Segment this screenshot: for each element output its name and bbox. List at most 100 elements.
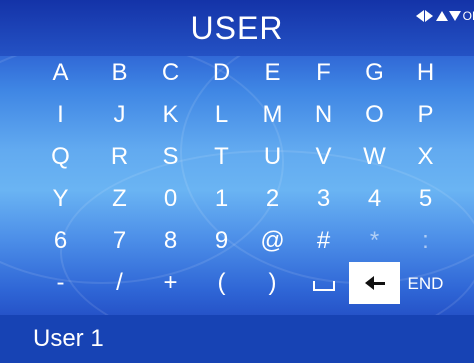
key-sym-4-6[interactable]: * — [349, 220, 400, 262]
key-label: X — [417, 143, 434, 170]
key-label: Y — [52, 185, 69, 212]
keyboard-row: 6 7 8 9 @ # *: — [0, 220, 474, 262]
navigation-hint: OK — [415, 6, 474, 26]
keyboard-row: Y Z 0 1 2 3 4 5 — [0, 178, 474, 220]
key-c[interactable]: C — [145, 52, 196, 94]
key-label: N — [314, 101, 333, 128]
key-f[interactable]: F — [298, 52, 349, 94]
key-label: 4 — [367, 185, 382, 212]
key-w[interactable]: W — [349, 136, 400, 178]
key-backspace[interactable] — [349, 262, 400, 304]
key-sym-4-4[interactable]: @ — [247, 220, 298, 262]
key-o[interactable]: O — [349, 94, 400, 136]
key-label: K — [162, 101, 179, 128]
key-0[interactable]: 0 — [145, 178, 196, 220]
key-label: 5 — [418, 185, 433, 212]
key-7[interactable]: 7 — [94, 220, 145, 262]
key-sym-5-4[interactable]: ) — [247, 262, 298, 304]
key-p[interactable]: P — [400, 94, 451, 136]
key-l[interactable]: L — [196, 94, 247, 136]
key-label: ( — [217, 269, 226, 296]
key-h[interactable]: H — [400, 52, 451, 94]
screen-title: USER — [190, 10, 284, 46]
key-1[interactable]: 1 — [196, 178, 247, 220]
key-sym-5-3[interactable]: ( — [196, 262, 247, 304]
key-5[interactable]: 5 — [400, 178, 451, 220]
key-label: 2 — [265, 185, 280, 212]
key-k[interactable]: K — [145, 94, 196, 136]
key-label: ) — [268, 269, 277, 296]
key-space[interactable] — [298, 262, 349, 304]
key-i[interactable]: I — [35, 94, 86, 136]
key-label: * — [369, 227, 380, 254]
key-v[interactable]: V — [298, 136, 349, 178]
key-3[interactable]: 3 — [298, 178, 349, 220]
input-field[interactable]: User 1 — [0, 315, 474, 363]
key-label: 7 — [112, 227, 127, 254]
key-label: Z — [112, 185, 127, 212]
key-2[interactable]: 2 — [247, 178, 298, 220]
backspace-arrow-icon — [364, 276, 385, 290]
key-sym-5-1[interactable]: / — [94, 262, 145, 304]
down-arrow-icon — [448, 11, 461, 21]
key-label: U — [263, 143, 282, 170]
key-label: @ — [260, 227, 285, 254]
key-label: R — [110, 143, 129, 170]
key-label: I — [57, 101, 64, 128]
keyboard-row: A B C D E F G H — [0, 52, 474, 94]
key-u[interactable]: U — [247, 136, 298, 178]
key-label: : — [422, 227, 429, 254]
title-bar: USER OK — [0, 0, 474, 56]
key-m[interactable]: M — [247, 94, 298, 136]
key-label: V — [315, 143, 332, 170]
key-g[interactable]: G — [349, 52, 400, 94]
key-label: 0 — [163, 185, 178, 212]
input-value: User 1 — [33, 325, 104, 352]
key-end[interactable]: END — [400, 262, 451, 304]
key-8[interactable]: 8 — [145, 220, 196, 262]
key-e[interactable]: E — [247, 52, 298, 94]
key-label: L — [214, 101, 229, 128]
key-label: 6 — [53, 227, 68, 254]
keyboard-row: Q R S T U V W X — [0, 136, 474, 178]
key-label: A — [52, 59, 69, 86]
key-r[interactable]: R — [94, 136, 145, 178]
key-label: P — [417, 101, 434, 128]
key-z[interactable]: Z — [94, 178, 145, 220]
left-arrow-icon — [415, 10, 424, 22]
key-t[interactable]: T — [196, 136, 247, 178]
key-label: 1 — [214, 185, 229, 212]
on-screen-keyboard: A B C D E F G H I J K L M N O P Q R S T U V W X Y Z 0 1 2 3 4 5 6 7 8 9 @ # *:… — [0, 52, 474, 304]
key-d[interactable]: D — [196, 52, 247, 94]
key-sym-5-0[interactable]: - — [35, 262, 86, 304]
key-label: J — [113, 101, 126, 128]
key-j[interactable]: J — [94, 94, 145, 136]
key-a[interactable]: A — [35, 52, 86, 94]
key-label: W — [363, 143, 386, 170]
key-sym-4-5[interactable]: # — [298, 220, 349, 262]
key-label: O — [365, 101, 384, 128]
key-9[interactable]: 9 — [196, 220, 247, 262]
keyboard-row: I J K L M N O P — [0, 94, 474, 136]
keyboard-row: - / + () END — [0, 262, 474, 304]
key-x[interactable]: X — [400, 136, 451, 178]
key-label: 8 — [163, 227, 178, 254]
key-label: # — [316, 227, 331, 254]
key-b[interactable]: B — [94, 52, 145, 94]
key-sym-5-2[interactable]: + — [145, 262, 196, 304]
key-label: Q — [51, 143, 70, 170]
key-label: M — [262, 101, 283, 128]
user-name-entry-screen: USER OK A B C D E F G H I J K L M N O P Q R S T U V W X Y Z 0 1 2 3 4 5… — [0, 0, 474, 363]
key-sym-4-7[interactable]: : — [400, 220, 451, 262]
key-6[interactable]: 6 — [35, 220, 86, 262]
key-s[interactable]: S — [145, 136, 196, 178]
key-n[interactable]: N — [298, 94, 349, 136]
key-label: G — [365, 59, 384, 86]
key-label: T — [214, 143, 229, 170]
key-4[interactable]: 4 — [349, 178, 400, 220]
key-q[interactable]: Q — [35, 136, 86, 178]
right-arrow-icon — [424, 10, 433, 22]
key-label: E — [264, 59, 281, 86]
key-y[interactable]: Y — [35, 178, 86, 220]
key-label: D — [212, 59, 231, 86]
